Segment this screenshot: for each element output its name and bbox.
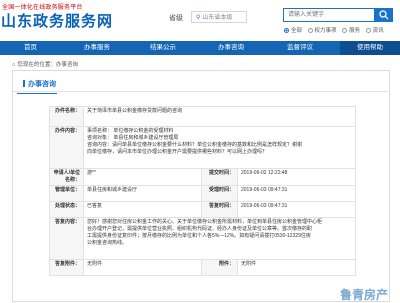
nav-item-supervision[interactable]: 监督评议 [287,41,313,55]
search-button[interactable] [375,8,393,22]
submit-time-label: 提交时间： [201,168,238,186]
nav-item-consult[interactable]: 办事咨询 [218,41,244,55]
nav-item-home[interactable]: 首页 [24,41,37,55]
table-row: 答复附件： 无附件 附件： 无附件 [49,259,357,276]
region-selector[interactable]: ⚲ 山东省本级 [191,11,247,23]
table-row: 办件内容： 事项名称： 单位缴存公积金的受理材料 咨询对象： 单县住房和城乡建设… [49,126,357,169]
item-name-label: 办件名称： [49,106,84,127]
dept-label: 管理单位： [49,185,84,202]
accept-time-value: 2019-06-03 09:47:31 [236,185,357,202]
nav-item-results[interactable]: 结果公示 [150,41,176,55]
scope-option-power[interactable]: 权力事项 [307,26,337,34]
watermark-logo: 鲁青房产 [340,288,389,302]
table-row: 办件名称： 关于菏泽市单县公积金缴存贷款问题的咨询 [49,106,357,127]
scope-option-news[interactable]: 资讯 [365,26,384,34]
status-label: 处理状态： [49,201,84,218]
site-logo-title[interactable]: 山东政务服务网 [1,10,113,31]
attachment-label: 附件： [201,259,238,276]
item-content-value: 事项名称： 单位缴存公积金的受理材料 咨询对象： 单县住房和城乡建设厅管理局 咨… [82,126,357,169]
radio-selected-icon [284,27,289,33]
answer-label: 答复内容： [49,217,84,260]
card-title-underline [17,93,57,94]
applicant-label: 申请人/单位名称： [49,168,84,186]
nav-item-help[interactable]: 使用帮助 [340,41,400,55]
card-divider [13,91,389,92]
radio-icon [307,27,313,33]
breadcrumb: ⌂ 您现在的位置：办事咨询 [12,60,78,68]
card-title: 办事咨询 [23,79,56,89]
applicant-value: 游** [83,168,202,186]
submit-time-value: 2019-06-02 12:22:48 [236,168,357,186]
search-scope-options: 全部 权力事项 服务 资讯 [284,26,388,35]
site-header: 全国一体化在线政务服务平台 山东政务服务网 省级 ⚲山东省本级 全部 权力事项 … [0,0,400,41]
answer-attachment-value: 无附件 [83,259,202,276]
search-input[interactable] [283,8,375,22]
status-value: 已答复 [83,201,202,218]
answer-attachment-label: 答复附件： [49,259,84,276]
location-pin-icon: ⚲ [196,15,201,21]
consult-detail-table: 办件名称： 关于菏泽市单县公积金缴存贷款问题的咨询 办件内容： 事项名称： 单位… [49,106,357,276]
accept-time-label: 受理时间： [201,185,238,202]
location-icon: ⌂ [12,62,16,68]
radio-icon [342,27,348,33]
dept-value: 单县住房和城乡建设厅 [83,185,202,202]
attachment-value: 无附件 [236,259,357,276]
table-row: 答复内容： 您好！感谢您对住房公积金工作的关心。关于单位缴存公积金所需材料，单位… [49,217,357,260]
title-accent-bar [23,80,25,87]
main-nav: 首页 办事服务 结果公示 办事咨询 监督评议 使用帮助 [0,41,400,55]
breadcrumb-text[interactable]: 您现在的位置：办事咨询 [17,62,78,68]
nav-item-services[interactable]: 办事服务 [84,41,110,55]
scope-option-all[interactable]: 全部 [284,26,302,34]
table-row: 管理单位： 单县住房和城乡建设厅 受理时间： 2019-06-03 09:47:… [49,185,357,202]
scope-option-service[interactable]: 服务 [342,26,360,34]
table-row: 处理状态： 已答复 答复时间： 2019-06-03 09:47:31 [49,201,357,218]
radio-icon [365,27,371,33]
search-icon [379,10,389,20]
answer-value: 您好！感谢您对住房公积金工作的关心。关于单位缴存公积金所需材料，单位到单县住房公… [82,217,357,260]
table-row: 申请人/单位名称： 游** 提交时间： 2019-06-02 12:22:48 [49,168,357,186]
reply-time-label: 答复时间： [201,201,238,218]
item-content-label: 办件内容： [49,126,84,169]
item-name-value: 关于菏泽市单县公积金缴存贷款问题的咨询 [82,106,357,127]
level-label: 省级 [169,15,183,22]
region-name: 山东省本级 [202,15,233,21]
reply-time-value: 2019-06-03 09:47:31 [236,201,357,218]
consult-detail-card: 办事咨询 办件名称： 关于菏泽市单县公积金缴存贷款问题的咨询 办件内容： 事项名… [12,70,390,302]
